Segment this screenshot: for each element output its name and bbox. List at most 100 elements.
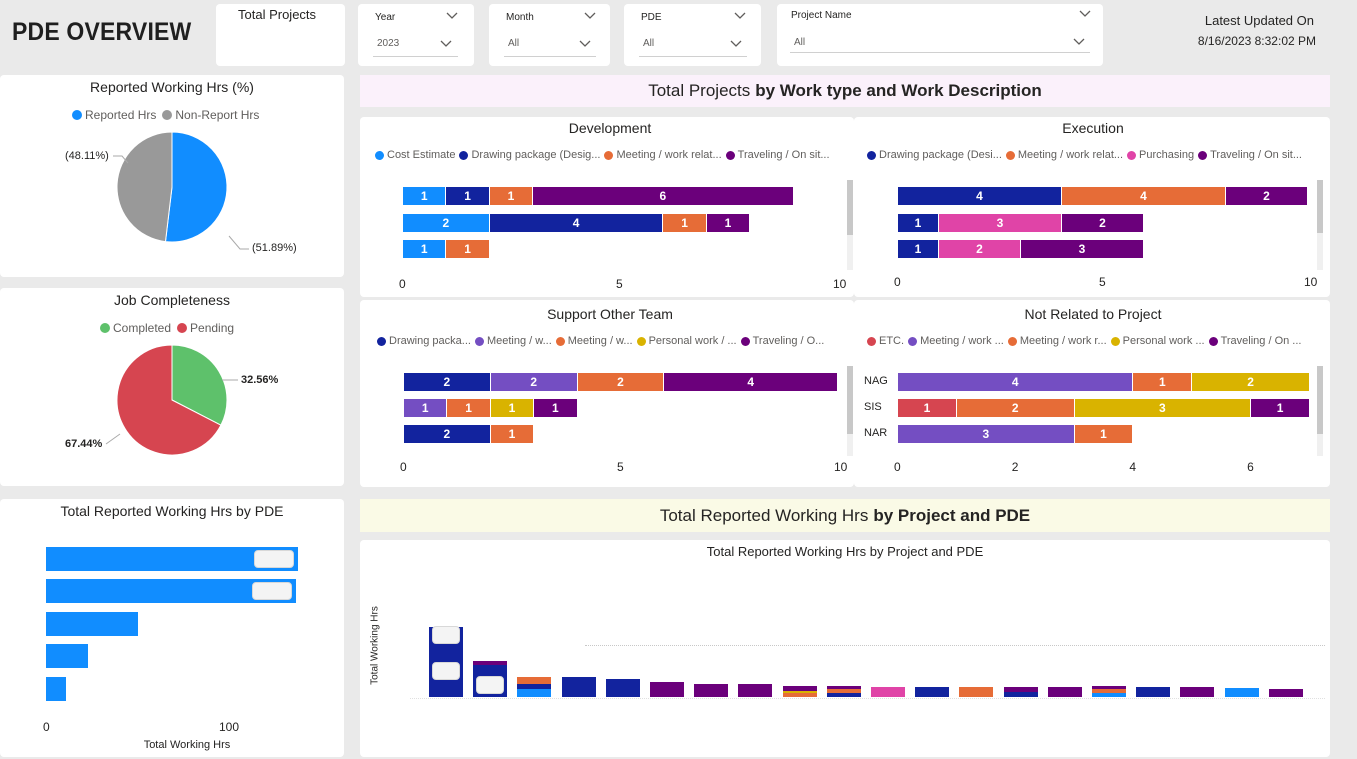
legend-item[interactable]: Drawing packa...	[377, 335, 471, 347]
bar-segment[interactable]: 1	[1074, 425, 1133, 443]
project-bar-segment[interactable]	[517, 676, 552, 685]
pde-slicer[interactable]: PDE All	[624, 4, 761, 66]
job-completeness-card[interactable]: Job Completeness Completed Pending 32.56…	[0, 288, 344, 486]
bar-segment[interactable]: 1	[403, 187, 446, 205]
project-name-dropdown-value[interactable]: All	[794, 37, 805, 48]
legend-item[interactable]: Meeting / work ...	[908, 335, 1004, 347]
legend-item[interactable]: Meeting / work relat...	[604, 149, 722, 161]
chevron-down-icon[interactable]	[730, 40, 742, 48]
project-bar-segment[interactable]	[826, 685, 861, 690]
pde-bar[interactable]	[46, 677, 67, 701]
legend-item[interactable]: Meeting / w...	[474, 335, 552, 347]
bar-segment[interactable]: 1	[404, 399, 447, 417]
chevron-down-icon[interactable]	[579, 40, 591, 48]
bar-segment[interactable]: 6	[533, 187, 793, 205]
year-dropdown-value[interactable]: 2023	[377, 38, 399, 49]
legend-item[interactable]: Traveling / O...	[740, 335, 824, 347]
bar-segment[interactable]: 4	[898, 187, 1061, 205]
not-related-card[interactable]	[854, 300, 1330, 487]
pie-slice-reported-hrs[interactable]	[164, 131, 228, 243]
bar-segment[interactable]: 2	[956, 399, 1074, 417]
chevron-down-icon[interactable]	[446, 12, 458, 20]
bar-segment[interactable]: 2	[1062, 214, 1143, 232]
project-bar-segment[interactable]	[561, 676, 596, 697]
bar-segment[interactable]: 2	[1226, 187, 1307, 205]
hrs-by-pde-card[interactable]: Total Reported Working Hrs by PDE 0 100 …	[0, 499, 344, 757]
project-bar-segment[interactable]	[1092, 685, 1126, 690]
project-bar-segment[interactable]	[1268, 689, 1303, 697]
project-bar-segment[interactable]	[959, 686, 994, 697]
bar-segment[interactable]: 2	[404, 425, 490, 443]
project-bar-segment[interactable]	[782, 690, 817, 694]
scrollbar-thumb[interactable]	[1317, 180, 1323, 233]
project-bar-segment[interactable]	[738, 684, 773, 697]
project-bar-segment[interactable]	[782, 685, 817, 691]
job-completeness-pie[interactable]	[0, 288, 344, 486]
legend-item[interactable]: Traveling / On sit...	[725, 149, 830, 161]
project-bar-segment[interactable]	[782, 693, 817, 697]
bar-segment[interactable]: 1	[663, 214, 706, 232]
bar-segment[interactable]: 3	[939, 214, 1061, 232]
bar-segment[interactable]: 1	[1133, 373, 1192, 391]
bar-segment[interactable]: 4	[489, 214, 663, 232]
bar-segment[interactable]: 1	[706, 214, 750, 232]
pde-bars[interactable]	[0, 499, 344, 757]
bar-segment[interactable]: 1	[898, 240, 938, 258]
project-bar-segment[interactable]	[915, 686, 950, 697]
legend-item[interactable]: Drawing package (Desi...	[867, 149, 1002, 161]
project-bar-segment[interactable]	[605, 679, 640, 697]
legend-item[interactable]: Meeting / work relat...	[1005, 149, 1123, 161]
pde-dropdown-value[interactable]: All	[643, 38, 654, 49]
bar-segment[interactable]: 2	[1192, 373, 1309, 391]
project-bar-segment[interactable]	[826, 689, 861, 694]
bar-segment[interactable]: 2	[404, 373, 490, 391]
execution-card[interactable]	[854, 117, 1330, 297]
pie-slice-non-report-hrs[interactable]	[116, 131, 173, 243]
project-bar-segment[interactable]	[517, 684, 552, 690]
legend-item[interactable]: Personal work / ...	[636, 335, 737, 347]
project-pde-bars[interactable]	[360, 540, 1330, 757]
support-other-team-card[interactable]	[360, 300, 854, 487]
project-bar-segment[interactable]	[871, 686, 905, 697]
scrollbar-thumb[interactable]	[847, 366, 853, 434]
legend-item[interactable]: Traveling / On sit...	[1198, 149, 1302, 161]
project-bar-segment[interactable]	[517, 689, 552, 697]
project-bar-segment[interactable]	[1180, 686, 1215, 697]
bar-segment[interactable]: 2	[577, 373, 664, 391]
project-bar-segment[interactable]	[1092, 693, 1126, 697]
project-bar-segment[interactable]	[1003, 691, 1038, 697]
project-bar-segment[interactable]	[1224, 688, 1259, 697]
bar-segment[interactable]: 4	[664, 373, 837, 391]
scrollbar-thumb[interactable]	[847, 180, 853, 235]
chevron-down-icon[interactable]	[1079, 10, 1091, 18]
legend-item[interactable]: ETC.	[867, 335, 904, 347]
bar-segment[interactable]: 2	[490, 373, 577, 391]
year-slicer[interactable]: Year 2023	[358, 4, 474, 66]
bar-segment[interactable]: 1	[446, 187, 489, 205]
chevron-down-icon[interactable]	[734, 12, 746, 20]
legend-item[interactable]: Personal work ...	[1110, 335, 1205, 347]
project-bar-segment[interactable]	[1136, 686, 1171, 697]
legend-item[interactable]: Drawing package (Desig...	[459, 149, 600, 161]
bar-segment[interactable]: 3	[1021, 240, 1143, 258]
legend-item[interactable]: Meeting / work r...	[1007, 335, 1107, 347]
bar-segment[interactable]: 1	[490, 425, 534, 443]
bar-segment[interactable]: 3	[898, 425, 1074, 443]
project-bar-segment[interactable]	[1092, 689, 1126, 694]
bar-segment[interactable]: 1	[489, 187, 533, 205]
legend-item[interactable]: Purchasing	[1127, 149, 1194, 161]
development-card[interactable]	[360, 117, 854, 297]
chevron-down-icon[interactable]	[1073, 38, 1085, 46]
reported-working-hrs-card[interactable]: Reported Working Hrs (%) Reported Hrs No…	[0, 75, 344, 277]
bar-segment[interactable]: 3	[1074, 399, 1251, 417]
legend-item[interactable]: Traveling / On ...	[1208, 335, 1301, 347]
project-bar-segment[interactable]	[1003, 686, 1038, 692]
bar-segment[interactable]: 1	[403, 240, 446, 258]
month-slicer[interactable]: Month All	[489, 4, 610, 66]
chevron-down-icon[interactable]	[584, 12, 596, 20]
bar-segment[interactable]: 1	[898, 399, 956, 417]
project-bar-segment[interactable]	[650, 681, 684, 697]
month-dropdown-value[interactable]: All	[508, 38, 519, 49]
legend-item[interactable]: Cost Estimate	[375, 149, 455, 161]
bar-segment[interactable]: 4	[898, 373, 1133, 391]
